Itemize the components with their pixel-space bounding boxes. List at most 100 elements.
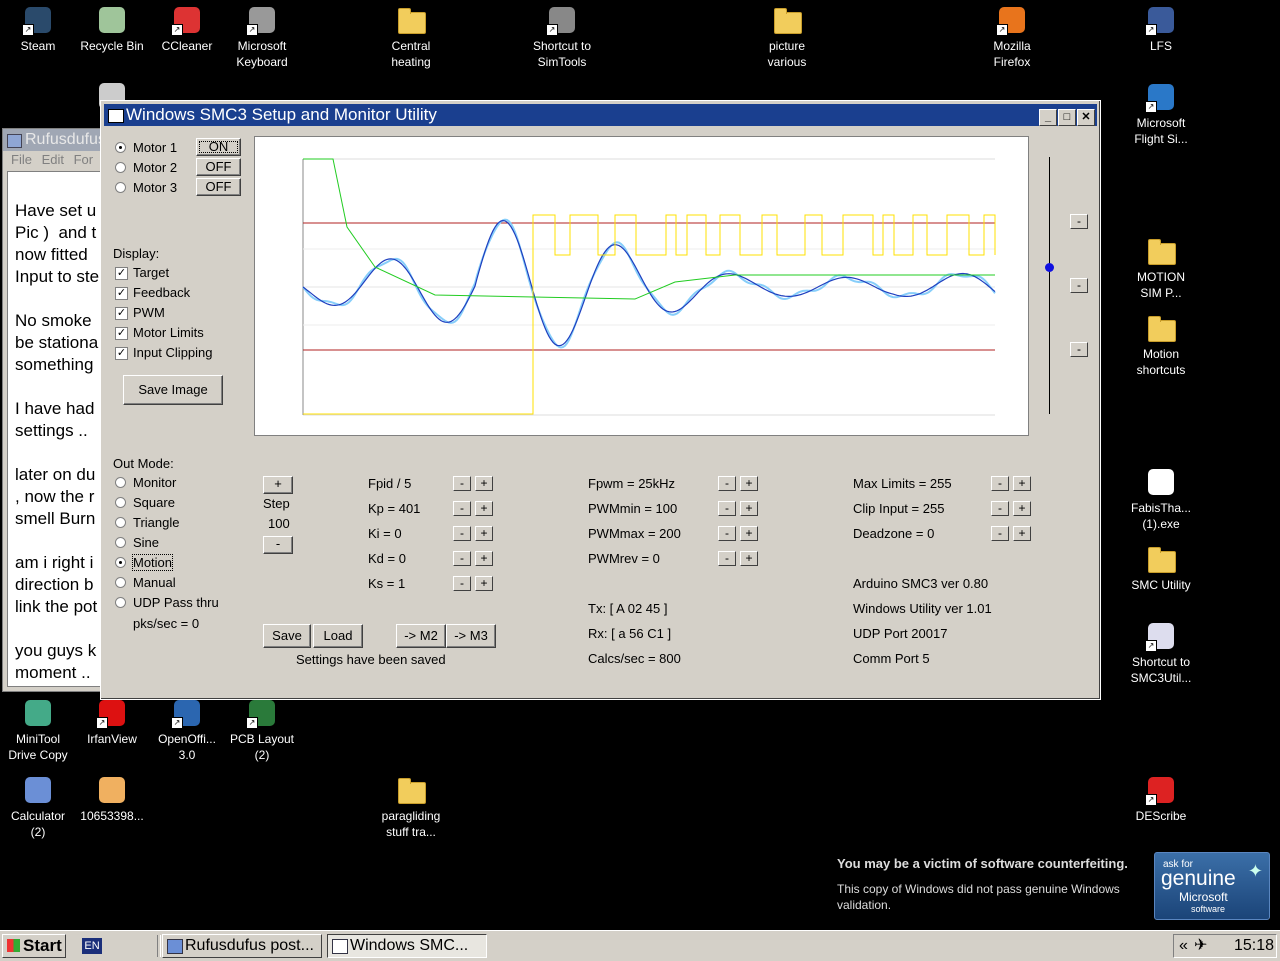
ki-plus-button[interactable]: +: [475, 526, 493, 541]
mode-square-radio[interactable]: [115, 497, 126, 508]
pwmmax-plus-button[interactable]: +: [740, 526, 758, 541]
mode-udp-radio[interactable]: [115, 597, 126, 608]
tray-expand-icon[interactable]: «: [1179, 935, 1188, 957]
desktop-icon-calculator[interactable]: Calculator (2): [0, 774, 76, 840]
window-title-bar[interactable]: Windows SMC3 Setup and Monitor Utility _…: [104, 104, 1097, 126]
menu-edit[interactable]: Edit: [42, 152, 64, 167]
load-settings-button[interactable]: Load: [313, 624, 363, 648]
input-clipping-checkbox[interactable]: ✓: [115, 347, 128, 360]
notepad-text[interactable]: Have set u Pic ) and t now fitted Input …: [7, 171, 107, 687]
kd-plus-button[interactable]: +: [475, 551, 493, 566]
desktop-icon-central-heating[interactable]: Central heating: [373, 4, 449, 70]
desktop-icon-ccleaner[interactable]: ↗ CCleaner: [149, 4, 225, 54]
ks-plus-button[interactable]: +: [475, 576, 493, 591]
step-minus-button[interactable]: -: [263, 536, 293, 554]
desktop-icon-file-10653398[interactable]: 10653398...: [74, 774, 150, 824]
desktop-icon-simtools-shortcut[interactable]: ↗ Shortcut to SimTools: [524, 4, 600, 70]
pwm-checkbox[interactable]: ✓: [115, 307, 128, 320]
menu-format[interactable]: For: [74, 152, 94, 167]
side-button-1[interactable]: -: [1070, 214, 1088, 229]
ki-minus-button[interactable]: -: [453, 526, 471, 541]
desktop-icon-minitool-drive-copy[interactable]: MiniTool Drive Copy: [0, 697, 76, 763]
mode-manual-radio[interactable]: [115, 577, 126, 588]
save-settings-button[interactable]: Save: [263, 624, 311, 648]
desktop-icon-motion-sim[interactable]: MOTION SIM P...: [1123, 235, 1199, 301]
desktop-icon-fabistha-exe[interactable]: FabisTha... (1).exe: [1123, 466, 1199, 532]
clip-input-minus-button[interactable]: -: [991, 501, 1009, 516]
pwmmin-minus-button[interactable]: -: [718, 501, 736, 516]
desktop-icon-describe[interactable]: ↗ DEScribe: [1123, 774, 1199, 824]
genuine-windows-notice[interactable]: You may be a victim of software counterf…: [836, 852, 1276, 922]
desktop-icon-smc3util-shortcut[interactable]: ↗ Shortcut to SMC3Util...: [1123, 620, 1199, 686]
desktop-icon-lfs[interactable]: ↗ LFS: [1123, 4, 1199, 54]
save-image-button[interactable]: Save Image: [123, 375, 223, 405]
desktop-icon-recycle-bin[interactable]: Recycle Bin: [74, 4, 150, 54]
minimize-button[interactable]: _: [1039, 109, 1057, 126]
mode-sine-radio[interactable]: [115, 537, 126, 548]
tray-app-icon[interactable]: ✈: [1194, 935, 1207, 957]
feedback-checkbox[interactable]: ✓: [115, 287, 128, 300]
language-indicator[interactable]: EN: [82, 938, 102, 954]
copy-to-m3-button[interactable]: -> M3: [446, 624, 496, 648]
kp-plus-button[interactable]: +: [475, 501, 493, 516]
desktop-icon-microsoft-keyboard[interactable]: ↗ Microsoft Keyboard: [224, 4, 300, 70]
fpid-plus-button[interactable]: +: [475, 476, 493, 491]
motor-limits-checkbox[interactable]: ✓: [115, 327, 128, 340]
motor-2-radio[interactable]: [115, 162, 126, 173]
pwmrev-plus-button[interactable]: +: [740, 551, 758, 566]
step-plus-button[interactable]: +: [263, 476, 293, 494]
genuine-badge[interactable]: ask for genuine Microsoft software ✦: [1154, 852, 1270, 920]
close-button[interactable]: ✕: [1077, 109, 1095, 126]
fpwm-minus-button[interactable]: -: [718, 476, 736, 491]
copy-to-m2-button[interactable]: -> M2: [396, 624, 446, 648]
ks-minus-button[interactable]: -: [453, 576, 471, 591]
mode-triangle-radio[interactable]: [115, 517, 126, 528]
kd-minus-button[interactable]: -: [453, 551, 471, 566]
position-slider-track[interactable]: [1049, 157, 1050, 414]
mode-motion-radio[interactable]: [115, 557, 126, 568]
desktop-icon-steam[interactable]: ↗ Steam: [0, 4, 76, 54]
pwmmax-minus-button[interactable]: -: [718, 526, 736, 541]
desktop-icon-motion-shortcuts[interactable]: Motion shortcuts: [1123, 312, 1199, 378]
desktop-icon-pcb-layout[interactable]: ↗ PCB Layout (2): [224, 697, 300, 763]
taskbar-separator: [157, 935, 161, 957]
clip-input-plus-button[interactable]: +: [1013, 501, 1031, 516]
taskbar-item-notepad[interactable]: Rufusdufus post...: [162, 934, 322, 958]
desktop-icon-smc-utility[interactable]: SMC Utility: [1123, 543, 1199, 593]
desktop-icon-picture-various[interactable]: picture various: [749, 4, 825, 70]
kp-minus-button[interactable]: -: [453, 501, 471, 516]
mode-monitor-radio[interactable]: [115, 477, 126, 488]
motor-3-radio[interactable]: [115, 182, 126, 193]
taskbar-item-smc3[interactable]: Windows SMC...: [327, 934, 487, 958]
notepad-title-bar[interactable]: Rufusdufus: [3, 129, 107, 151]
fpid-minus-button[interactable]: -: [453, 476, 471, 491]
menu-file[interactable]: File: [11, 152, 32, 167]
deadzone-minus-button[interactable]: -: [991, 526, 1009, 541]
smc-utility-icon: [1145, 543, 1177, 575]
side-button-2[interactable]: -: [1070, 278, 1088, 293]
start-button[interactable]: Start: [2, 934, 66, 958]
desktop-icon-mozilla-firefox[interactable]: ↗ Mozilla Firefox: [974, 4, 1050, 70]
desktop-icon-paragliding[interactable]: paragliding stuff tra...: [373, 774, 449, 840]
desktop-icon-openoffice[interactable]: ↗ OpenOffi... 3.0: [149, 697, 225, 763]
motor-2-toggle-button[interactable]: OFF: [196, 158, 241, 176]
notepad-window[interactable]: Rufusdufus File Edit For Have set u Pic …: [2, 128, 108, 692]
motor-1-radio[interactable]: [115, 142, 126, 153]
desktop-icon-irfanview[interactable]: ↗ IrfanView: [74, 697, 150, 747]
target-checkbox[interactable]: ✓: [115, 267, 128, 280]
pwmmin-plus-button[interactable]: +: [740, 501, 758, 516]
genuine-star-icon: ✦: [1247, 861, 1263, 881]
deadzone-plus-button[interactable]: +: [1013, 526, 1031, 541]
rx-readout: Rx: [ a 56 C1 ]: [588, 626, 672, 641]
motor-3-toggle-button[interactable]: OFF: [196, 178, 241, 196]
pwmrev-minus-button[interactable]: -: [718, 551, 736, 566]
max-limits-plus-button[interactable]: +: [1013, 476, 1031, 491]
max-limits-minus-button[interactable]: -: [991, 476, 1009, 491]
side-button-3[interactable]: -: [1070, 342, 1088, 357]
mode-monitor-label: Monitor: [133, 475, 177, 490]
motor-1-toggle-button[interactable]: ON: [196, 138, 241, 156]
fpwm-plus-button[interactable]: +: [740, 476, 758, 491]
desktop-icon-flight-simulator[interactable]: ↗ Microsoft Flight Si...: [1123, 81, 1199, 147]
maximize-button[interactable]: □: [1058, 109, 1076, 126]
position-slider-thumb[interactable]: [1045, 263, 1054, 272]
